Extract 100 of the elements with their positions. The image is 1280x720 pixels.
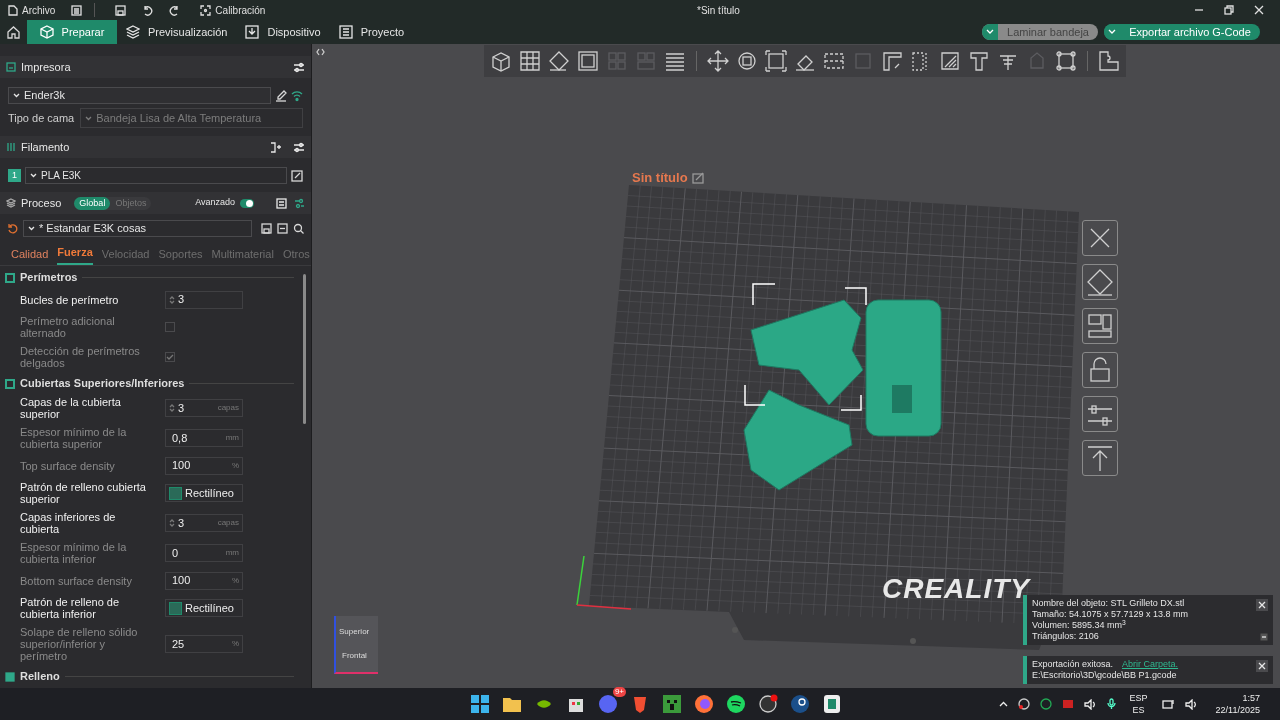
- notification-text: Tamaño: 54.1075 x 57.7129 x 13.8 mm: [1032, 609, 1190, 620]
- start-icon[interactable]: [470, 694, 490, 714]
- setting-label: Bucles de perímetro: [20, 293, 120, 306]
- wifi-icon[interactable]: [291, 89, 303, 102]
- caret-icon: [30, 173, 37, 178]
- redo-icon[interactable]: [169, 4, 181, 16]
- advanced-toggle[interactable]: [240, 198, 254, 208]
- nav-tab[interactable]: Dispositivo: [236, 20, 330, 44]
- scrollbar[interactable]: [303, 274, 306, 424]
- bed-logo: CREALITY: [882, 572, 1030, 606]
- grid-icon[interactable]: [519, 50, 541, 72]
- notification-text: Volumen: 5895.34 mm$^{3}$: [1032, 620, 1127, 631]
- model-part[interactable]: [750, 299, 864, 406]
- nav-tab[interactable]: Preparar: [27, 20, 117, 44]
- view-cube[interactable]: Superior Frontal: [334, 616, 378, 674]
- settings-icon[interactable]: [293, 141, 305, 153]
- input-field[interactable]: 0 mm: [165, 544, 243, 562]
- add-object-icon[interactable]: [490, 50, 512, 72]
- edit-icon[interactable]: [291, 169, 303, 182]
- filament-dropdown[interactable]: PLA E3K: [25, 167, 287, 184]
- pattern-swatch: [169, 486, 182, 500]
- list-icon[interactable]: [276, 197, 287, 209]
- setting-label: Bottom surface density: [20, 574, 133, 587]
- reset-icon[interactable]: [7, 223, 18, 234]
- tool-button[interactable]: [1082, 396, 1118, 432]
- move-icon[interactable]: [707, 50, 729, 72]
- setting-label: Top surface density: [20, 459, 116, 472]
- music-circle-icon[interactable]: [726, 694, 746, 714]
- section-title: Filamento: [21, 139, 70, 155]
- input-field[interactable]: 100 %: [165, 571, 243, 590]
- model-part[interactable]: [743, 389, 853, 491]
- nav-tab[interactable]: Proyecto: [329, 20, 414, 44]
- export-button[interactable]: Exportar archivo G-Code: [1104, 24, 1260, 40]
- section-title: Cubiertas Superiores/Inferiores: [20, 376, 185, 392]
- filament-swatch: 1: [8, 169, 21, 182]
- setting-label: Capas de la cubierta superior: [20, 396, 122, 420]
- close-button[interactable]: [1256, 599, 1268, 611]
- scale-icon[interactable]: [765, 50, 787, 72]
- gauge-icon[interactable]: [1017, 698, 1030, 710]
- settings-icon[interactable]: [293, 61, 305, 73]
- spinner-icon: [169, 518, 175, 528]
- add-filament-icon[interactable]: [270, 141, 281, 153]
- clock[interactable]: 1:57 22/11/2025: [1215, 692, 1260, 716]
- input-field[interactable]: 0,8 mm: [165, 429, 243, 447]
- menu-icon[interactable]: [71, 4, 83, 16]
- section-title: Impresora: [21, 59, 71, 75]
- check-icon: [166, 353, 174, 361]
- collapse-icon[interactable]: [277, 223, 288, 234]
- input-field[interactable]: 100 %: [165, 456, 243, 475]
- home-icon[interactable]: [7, 25, 20, 39]
- scope-toggle[interactable]: Global: [74, 196, 111, 210]
- input-field[interactable]: Rectilíneo: [165, 484, 243, 502]
- preset-dropdown[interactable]: * Estandar E3K cosas: [23, 220, 252, 237]
- language-indicator[interactable]: ESP ES: [1125, 692, 1152, 716]
- section-icon: [5, 378, 15, 389]
- settings-tab[interactable]: Calidad: [11, 245, 49, 265]
- tool-button[interactable]: [1082, 220, 1118, 256]
- save-icon[interactable]: [261, 223, 272, 234]
- section-title: Relleno: [20, 669, 60, 685]
- input-field[interactable]: 3 capas: [165, 399, 243, 417]
- input-field[interactable]: 3 capas: [165, 514, 243, 532]
- save-icon[interactable]: [115, 4, 127, 16]
- edit-icon[interactable]: [275, 89, 287, 102]
- file-menu[interactable]: Archivo: [0, 0, 64, 20]
- input-field[interactable]: 3: [165, 290, 243, 309]
- notification-text: Triángulos: 2106: [1032, 631, 1100, 642]
- tool-button[interactable]: [1082, 440, 1118, 476]
- layers-icon[interactable]: [664, 50, 686, 72]
- close-icon[interactable]: [1254, 5, 1264, 15]
- setting-label: Solape de relleno sólido superior/inferior y perímetro: [20, 626, 139, 662]
- chevron-up-icon[interactable]: [998, 701, 1008, 707]
- collapse-panel-icon[interactable]: [316, 48, 325, 57]
- close-button[interactable]: [1256, 660, 1268, 672]
- input-field[interactable]: 25 %: [165, 635, 243, 653]
- setting-label: Patrón de relleno de cubierta inferior: [20, 596, 121, 620]
- input-field[interactable]: Rectilíneo: [165, 599, 243, 617]
- text-icon[interactable]: [968, 50, 990, 72]
- speaker-icon[interactable]: [1083, 698, 1097, 710]
- layers-icon: [126, 25, 140, 39]
- restore-icon[interactable]: [1224, 5, 1234, 15]
- tool-button[interactable]: [1082, 352, 1118, 388]
- microphone-icon[interactable]: [1106, 698, 1116, 710]
- checkbox[interactable]: [165, 352, 175, 362]
- speaker-icon[interactable]: [1184, 698, 1198, 710]
- nav-tab[interactable]: Previsualización: [117, 20, 237, 44]
- calibration-icon: [200, 4, 212, 16]
- search-icon[interactable]: [293, 223, 304, 234]
- circle-icon[interactable]: [1039, 698, 1052, 710]
- calibration-menu[interactable]: Calibración: [192, 2, 274, 18]
- printer-dropdown[interactable]: Ender3k: [8, 87, 271, 104]
- open-folder-link[interactable]: Abrir Carpeta.: [1122, 659, 1179, 670]
- puzzle-icon[interactable]: [1098, 50, 1120, 72]
- compare-icon[interactable]: [294, 197, 305, 209]
- minimize-icon[interactable]: [1260, 633, 1268, 641]
- creeper-face-icon[interactable]: [662, 694, 682, 714]
- model-part[interactable]: [865, 299, 942, 437]
- settings-tab[interactable]: Fuerza: [57, 243, 93, 265]
- record-circle-icon[interactable]: [758, 694, 778, 714]
- checkbox[interactable]: [165, 322, 175, 332]
- undo-icon[interactable]: [142, 4, 154, 16]
